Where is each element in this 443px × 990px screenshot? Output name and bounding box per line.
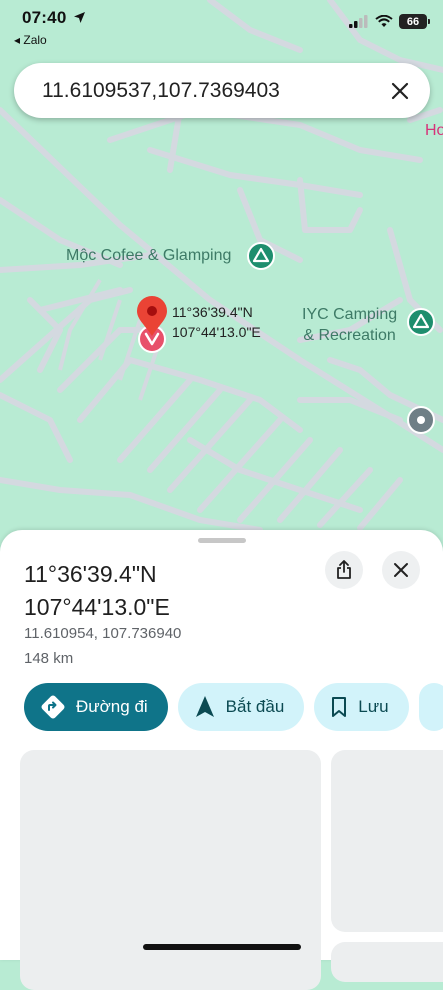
close-icon [391,82,409,99]
share-icon [337,560,351,579]
place-photo[interactable] [331,942,443,982]
cellular-signal-icon [349,15,368,28]
map-edge-label: Ho [425,122,443,139]
pin-coordinates-label: 11°36'39.4"N 107°44'13.0"E [172,304,261,340]
poi-label-moc-cofee[interactable]: Mộc Cofee & Glamping [66,247,231,265]
camping-poi-icon[interactable] [247,242,275,270]
more-actions-chip[interactable] [418,683,443,731]
location-pin-icon[interactable] [134,296,170,354]
wifi-icon [375,15,393,27]
sheet-drag-handle[interactable] [198,538,246,543]
status-bar: 07:40 ◂ Zalo 66 [0,0,443,56]
clock: 07:40 [22,8,86,28]
decimal-coordinates: 11.610954, 107.736940 [24,625,182,642]
place-title: 11°36'39.4"N 107°44'13.0"E [24,561,170,620]
status-icons: 66 [349,14,430,29]
search-bar[interactable]: 11.6109537,107.7369403 [14,63,430,118]
place-photo[interactable] [20,750,321,990]
start-navigation-button[interactable]: Bắt đầu [177,683,305,731]
place-photo[interactable] [331,750,443,932]
home-indicator[interactable] [143,944,301,950]
distance-text: 148 km [24,650,74,667]
navigation-arrow-icon [195,696,214,717]
bookmark-icon [332,697,347,717]
back-to-app-link[interactable]: ◂ Zalo [14,33,47,47]
action-chips: Đường đi Bắt đầu Lưu [24,683,443,731]
close-icon [394,563,408,577]
camping-poi-icon[interactable] [407,308,435,336]
search-input[interactable]: 11.6109537,107.7369403 [42,79,380,103]
poi-label-iyc-camping[interactable]: IYC Camping & Recreation [302,304,397,346]
place-poi-icon[interactable] [407,406,435,434]
battery-indicator: 66 [399,14,430,29]
close-button[interactable] [382,551,420,589]
place-details-sheet[interactable]: 11°36'39.4"N 107°44'13.0"E 11.610954, 10… [0,530,443,990]
directions-icon [41,695,65,719]
location-arrow-icon [74,12,86,23]
clear-search-button[interactable] [380,71,420,111]
save-button[interactable]: Lưu [314,683,409,731]
directions-button[interactable]: Đường đi [24,683,168,731]
share-button[interactable] [325,551,363,589]
